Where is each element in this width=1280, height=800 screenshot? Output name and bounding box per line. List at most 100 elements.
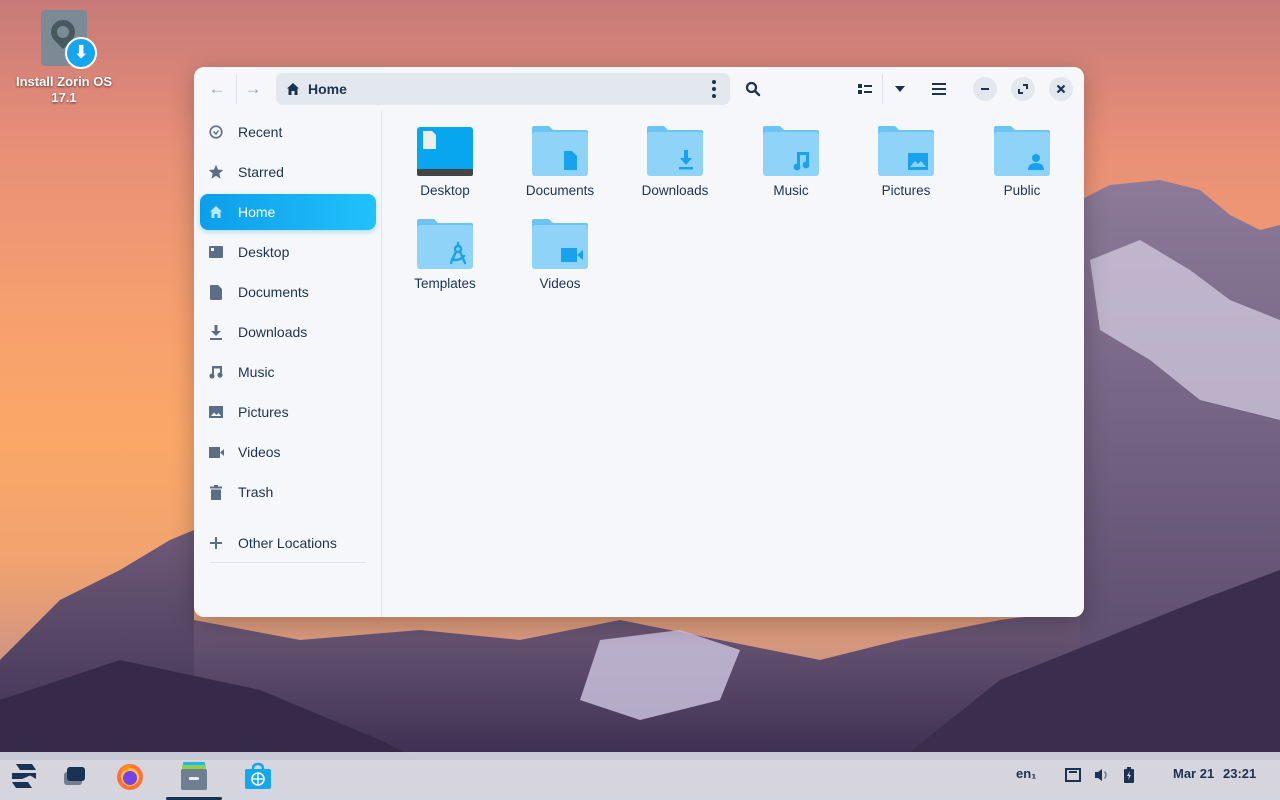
sidebar-item-recent[interactable]: Recent [200, 114, 376, 150]
file-item-templates[interactable]: Templates [389, 204, 501, 292]
keyboard-layout-indicator[interactable]: en₁ [1016, 766, 1037, 781]
download-badge-icon: ⬇ [65, 37, 97, 69]
desktop-folder-icon [416, 125, 474, 177]
file-manager-window: ← → Home Recent Starred Home Desktop Doc… [194, 67, 1084, 617]
workspaces-icon [64, 767, 85, 785]
file-name: Templates [414, 276, 476, 291]
videos-folder-icon [531, 218, 589, 270]
sidebar-item-music[interactable]: Music [200, 354, 376, 390]
taskbar-app-files[interactable] [174, 758, 214, 794]
file-item-downloads[interactable]: Downloads [619, 111, 731, 199]
sidebar-item-label: Desktop [238, 244, 290, 260]
hamburger-icon [932, 83, 946, 95]
file-item-pictures[interactable]: Pictures [850, 111, 962, 199]
desktop-icon [208, 244, 224, 260]
file-name: Music [773, 183, 809, 198]
battery-charging-icon [1124, 767, 1134, 783]
document-icon [208, 284, 224, 300]
file-item-public[interactable]: Public [966, 111, 1078, 199]
breadcrumb-home[interactable]: Home [308, 81, 347, 97]
file-name: Downloads [641, 183, 709, 198]
sidebar-item-home[interactable]: Home [200, 194, 376, 230]
plus-icon [208, 535, 224, 551]
templates-folder-icon [416, 218, 474, 270]
taskbar-app-workspaces[interactable] [54, 758, 94, 794]
view-options-button[interactable] [886, 75, 914, 103]
file-grid: Desktop Documents Downloads Music Pictur… [383, 111, 1084, 617]
downloads-folder-icon [646, 125, 704, 177]
battery-button[interactable] [1124, 767, 1134, 786]
view-separator [882, 74, 883, 104]
home-icon [287, 83, 299, 95]
file-name: Pictures [881, 183, 931, 198]
sidebar-item-pictures[interactable]: Pictures [200, 394, 376, 430]
file-item-videos[interactable]: Videos [504, 204, 616, 292]
sidebar-item-label: Pictures [238, 404, 289, 420]
arrow-left-icon: ← [208, 79, 226, 98]
firefox-icon [117, 764, 143, 790]
install-drive-icon: ⬇ [41, 10, 97, 69]
sidebar-item-desktop[interactable]: Desktop [200, 234, 376, 270]
software-store-icon [245, 762, 271, 789]
sidebar-item-label: Videos [238, 444, 281, 460]
sidebar: Recent Starred Home Desktop Documents Do… [194, 111, 382, 617]
clock-date[interactable]: Mar 21 [1173, 766, 1214, 781]
back-button[interactable]: ← [202, 75, 232, 103]
zorin-logo-icon [12, 764, 36, 788]
clock-icon [208, 124, 224, 140]
path-bar[interactable]: Home [276, 73, 730, 105]
video-icon [208, 444, 224, 460]
music-icon [208, 364, 224, 380]
forward-button[interactable]: → [238, 75, 268, 103]
sidebar-item-other-locations[interactable]: Other Locations [200, 525, 376, 561]
file-name: Documents [525, 183, 595, 198]
pictures-folder-icon [877, 125, 935, 177]
sidebar-item-trash[interactable]: Trash [200, 474, 376, 510]
nav-separator [236, 74, 237, 104]
volume-icon [1095, 769, 1107, 781]
file-name: Desktop [420, 183, 470, 198]
music-folder-icon [762, 125, 820, 177]
home-icon [208, 204, 224, 220]
sidebar-item-documents[interactable]: Documents [200, 274, 376, 310]
sidebar-item-videos[interactable]: Videos [200, 434, 376, 470]
header-bar: ← → Home [194, 67, 1084, 111]
desktop-icon-label: Install Zorin OS 17.1 [15, 74, 113, 105]
minimize-button[interactable] [973, 77, 997, 101]
taskbar-app-firefox[interactable] [110, 758, 150, 794]
list-view-icon [858, 84, 872, 94]
sidebar-item-downloads[interactable]: Downloads [200, 314, 376, 350]
clock-time[interactable]: 23:21 [1223, 766, 1256, 781]
file-item-music[interactable]: Music [735, 111, 847, 199]
ethernet-icon [1065, 768, 1081, 782]
sidebar-item-label: Trash [238, 484, 274, 500]
sidebar-item-label: Other Locations [238, 535, 337, 551]
maximize-icon [1018, 84, 1028, 94]
taskbar-app-zorin-menu[interactable] [4, 758, 44, 794]
file-name: Public [1003, 183, 1041, 198]
search-button[interactable] [738, 75, 768, 103]
trash-icon [208, 484, 224, 500]
sidebar-item-label: Home [238, 204, 276, 220]
close-button[interactable] [1049, 77, 1073, 101]
download-icon [208, 324, 224, 340]
path-menu-button[interactable] [706, 77, 722, 101]
taskbar-app-software[interactable] [238, 758, 278, 794]
network-button[interactable] [1065, 768, 1081, 785]
view-toggle-button[interactable] [850, 75, 880, 103]
search-icon [745, 81, 761, 97]
sidebar-item-starred[interactable]: Starred [200, 154, 376, 190]
public-folder-icon [993, 125, 1051, 177]
file-item-desktop[interactable]: Desktop [389, 111, 501, 199]
sidebar-item-label: Recent [238, 124, 283, 140]
maximize-button[interactable] [1011, 77, 1035, 101]
file-item-documents[interactable]: Documents [504, 111, 616, 199]
volume-button[interactable] [1094, 768, 1110, 785]
main-menu-button[interactable] [924, 75, 954, 103]
picture-icon [208, 404, 224, 420]
sidebar-item-label: Starred [238, 164, 284, 180]
desktop-icon-install-zorin[interactable]: ⬇ Install Zorin OS 17.1 [8, 8, 120, 106]
sidebar-divider [210, 562, 366, 563]
minimize-icon [981, 88, 989, 90]
sidebar-item-label: Downloads [238, 324, 308, 340]
